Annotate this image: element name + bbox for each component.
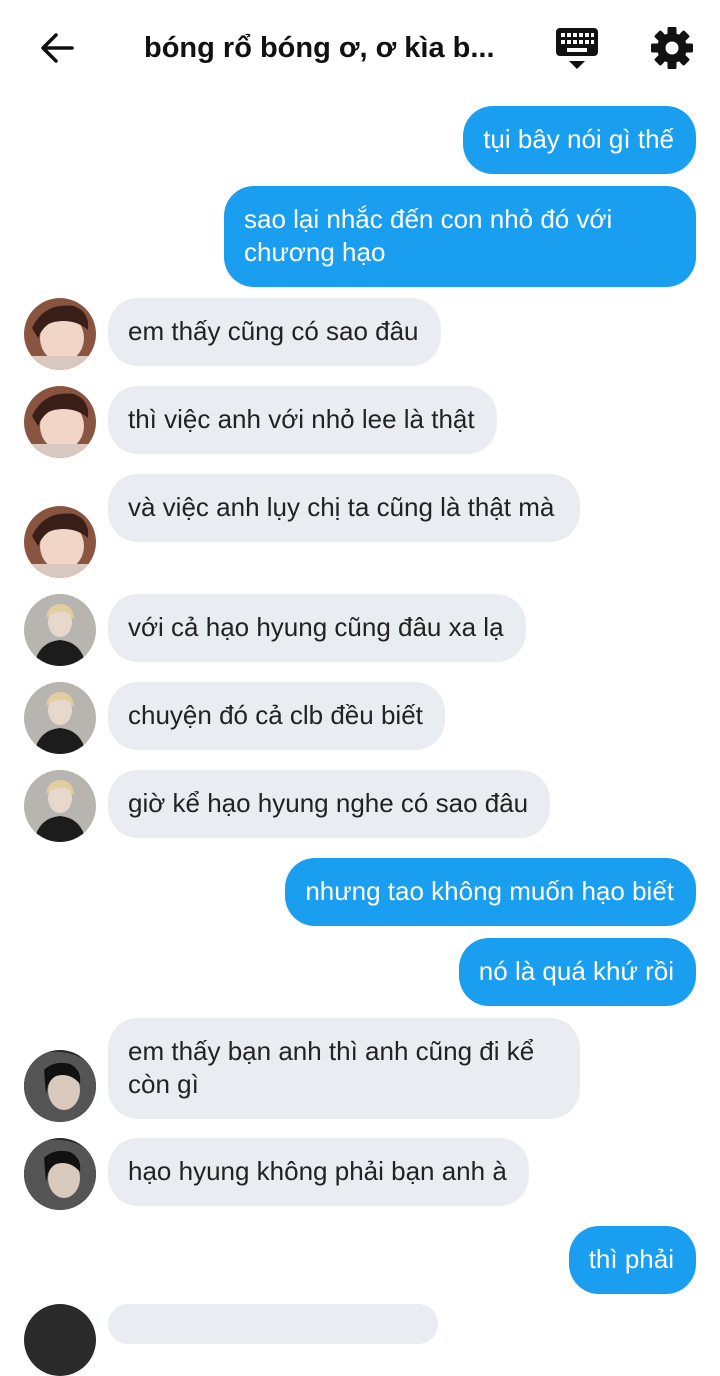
back-button[interactable] bbox=[32, 26, 80, 70]
message-text: nhưng tao không muốn hạo biết bbox=[305, 876, 674, 906]
message-outgoing[interactable]: nó là quá khứ rồi bbox=[458, 938, 696, 1006]
avatar-sender-c[interactable] bbox=[24, 1304, 96, 1376]
message-text: em thấy bạn anh thì anh cũng đi kể còn g… bbox=[128, 1036, 535, 1099]
avatar-sender-b[interactable] bbox=[24, 770, 96, 842]
message-incoming[interactable]: và việc anh lụy chị ta cũng là thật mà bbox=[108, 474, 580, 542]
message-incoming[interactable]: thì việc anh với nhỏ lee là thật bbox=[108, 386, 497, 454]
message-text: em thấy cũng có sao đâu bbox=[128, 316, 419, 346]
message-text: chuyện đó cả clb đều biết bbox=[128, 700, 423, 730]
message-text: thì việc anh với nhỏ lee là thật bbox=[128, 404, 475, 434]
message-text: sao lại nhắc đến con nhỏ đó với chương h… bbox=[244, 204, 613, 267]
message-text: nó là quá khứ rồi bbox=[478, 956, 674, 986]
message-incoming[interactable]: em thấy bạn anh thì anh cũng đi kể còn g… bbox=[108, 1018, 580, 1119]
chat-title: bóng rổ bóng ơ, ơ kìa b... bbox=[144, 32, 495, 64]
message-incoming[interactable]: chuyện đó cả clb đều biết bbox=[108, 682, 445, 750]
message-outgoing[interactable]: sao lại nhắc đến con nhỏ đó với chương h… bbox=[224, 186, 696, 287]
chat-header: bóng rổ bóng ơ, ơ kìa b... bbox=[0, 0, 720, 96]
gear-icon bbox=[651, 27, 693, 69]
message-incoming[interactable]: em thấy cũng có sao đâu bbox=[108, 298, 441, 366]
avatar-sender-c[interactable] bbox=[24, 1138, 96, 1210]
settings-button[interactable] bbox=[648, 24, 696, 72]
message-incoming-partial[interactable] bbox=[108, 1304, 438, 1344]
avatar-sender-a[interactable] bbox=[24, 506, 96, 578]
message-outgoing[interactable]: thì phải bbox=[568, 1226, 696, 1294]
arrow-left-icon bbox=[41, 33, 74, 63]
message-incoming[interactable]: với cả hạo hyung cũng đâu xa lạ bbox=[108, 594, 526, 662]
avatar-sender-a[interactable] bbox=[24, 298, 96, 370]
message-text: thì phải bbox=[588, 1244, 674, 1274]
avatar-sender-b[interactable] bbox=[24, 594, 96, 666]
message-outgoing[interactable]: nhưng tao không muốn hạo biết bbox=[285, 858, 696, 926]
message-outgoing[interactable]: tụi bây nói gì thế bbox=[463, 106, 696, 174]
message-text: và việc anh lụy chị ta cũng là thật mà bbox=[128, 492, 555, 522]
avatar-sender-b[interactable] bbox=[24, 682, 96, 754]
message-incoming[interactable]: giờ kể hạo hyung nghe có sao đâu bbox=[108, 770, 551, 838]
keyboard-icon bbox=[556, 28, 598, 69]
avatar-sender-c[interactable] bbox=[24, 1050, 96, 1122]
message-text: tụi bây nói gì thế bbox=[483, 124, 674, 154]
message-text: giờ kể hạo hyung nghe có sao đâu bbox=[128, 788, 529, 818]
message-incoming[interactable]: hạo hyung không phải bạn anh à bbox=[108, 1138, 529, 1206]
message-text: hạo hyung không phải bạn anh à bbox=[128, 1156, 507, 1186]
message-text: với cả hạo hyung cũng đâu xa lạ bbox=[128, 612, 504, 642]
avatar-sender-a[interactable] bbox=[24, 386, 96, 458]
keyboard-button[interactable] bbox=[553, 24, 601, 72]
